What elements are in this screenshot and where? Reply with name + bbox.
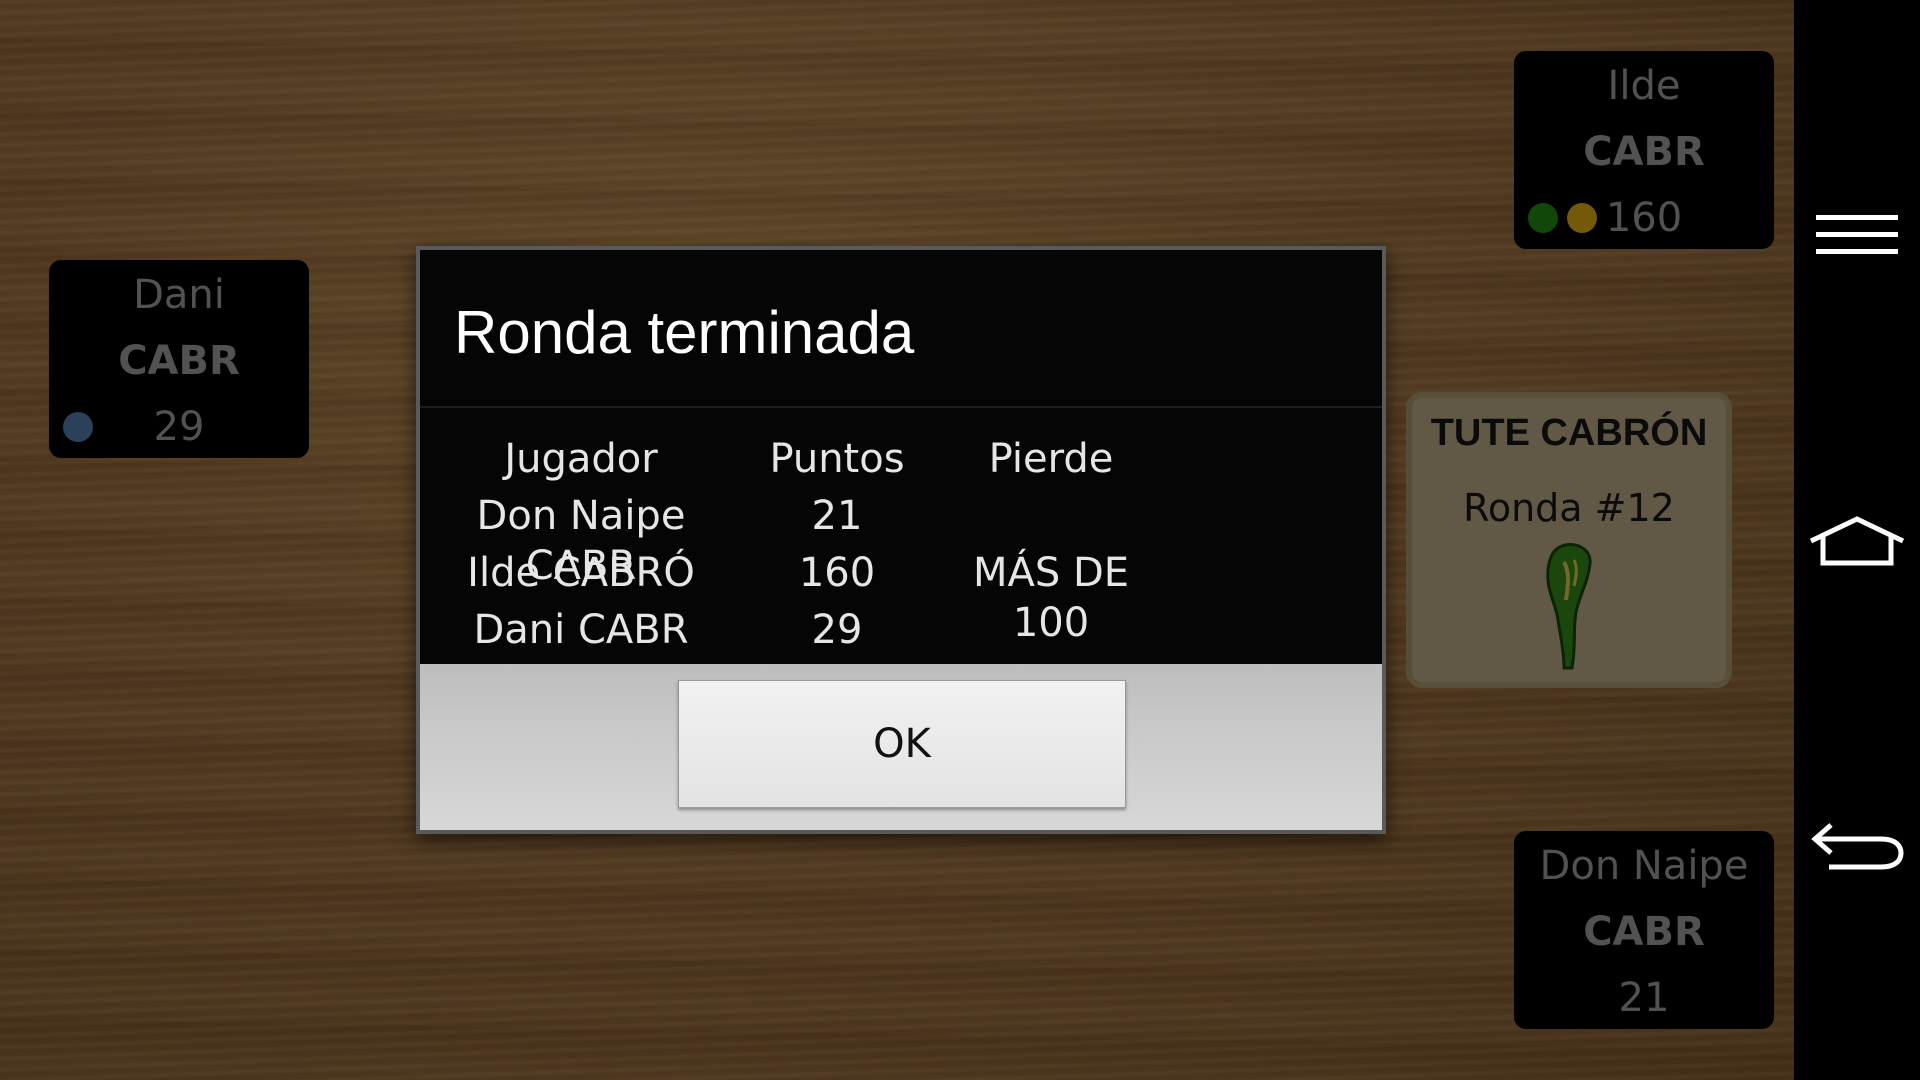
back-icon [1811, 823, 1904, 870]
game-screen: Ilde CABR 160 Dani CABR 29 Don Naipe CAB… [0, 0, 1920, 1080]
row-player: Dani CABR [473, 607, 689, 653]
dialog-footer: OK [420, 664, 1382, 830]
results-table: Jugador Puntos Pierde Don Naipe CABR 21 Ilde … [420, 410, 1382, 914]
row-player: Ilde CABRÓ [467, 550, 695, 596]
column-header-player: Jugador [504, 436, 658, 482]
home-icon [1809, 516, 1905, 566]
column-header-loses: Pierde [988, 436, 1114, 482]
back-button[interactable] [1794, 800, 1920, 890]
round-finished-dialog: Ronda terminada Jugador Puntos Pierde Don N… [416, 246, 1386, 834]
ok-button[interactable]: OK [678, 680, 1126, 808]
column-header-points: Puntos [769, 436, 905, 482]
row-points: 29 [811, 607, 863, 653]
dialog-title: Ronda terminada [454, 299, 915, 366]
system-navigation-bar [1794, 0, 1920, 1080]
row-points: 21 [811, 493, 863, 539]
row-points: 160 [798, 550, 876, 596]
home-button[interactable] [1794, 496, 1920, 586]
row-loses: MÁS DE 100 [972, 550, 1130, 646]
menu-icon [1816, 215, 1898, 254]
menu-button[interactable] [1794, 190, 1920, 280]
dialog-header: Ronda terminada [420, 250, 1382, 408]
